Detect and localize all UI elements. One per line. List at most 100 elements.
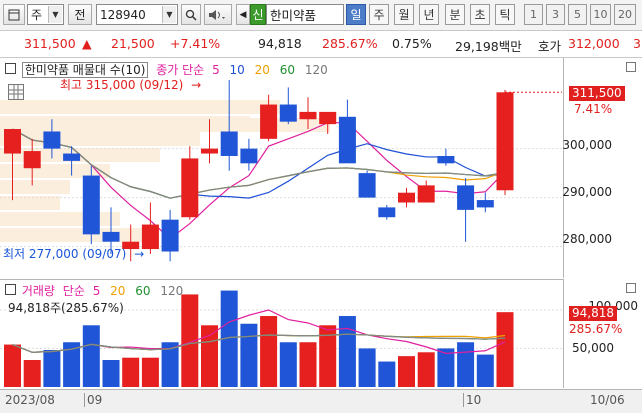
high-annotation: 최고 315,000 (09/12) → [60,76,201,93]
hoga-value: 312,000 [568,36,620,51]
ma-legend-label: 종가 단순 [156,63,205,77]
company-badge: 신 [250,4,266,25]
hoga-trailing: 3 [633,36,641,51]
company-name-field: 한미약품 [266,4,344,25]
candle-body [437,155,455,164]
tab-second[interactable]: 초 [470,4,490,25]
volume-bar [299,342,317,387]
volume-value: 94,818 [258,36,302,51]
tab-label: 틱 [499,8,511,22]
legend-box-icon [5,284,16,295]
ma-10: 10 [229,63,245,77]
volume-profile-bar [0,212,120,226]
grid-icon[interactable] [8,84,24,100]
volume-bar [201,325,218,387]
vol-ma-5: 5 [92,284,101,298]
arrow-right-icon: → [191,78,202,92]
tab-week[interactable]: 주 [369,4,389,25]
candle-body [457,185,475,210]
volume-legend-title: 거래량 [21,284,55,298]
candle-body [358,173,376,198]
tab-minute[interactable]: 분 [445,4,465,25]
turnover-rate: 0.75% [392,36,432,51]
ma-120: 120 [304,63,328,77]
interval-label: 3 [552,8,559,21]
candle-body [260,104,278,139]
high-annotation-text: 최고 315,000 (09/12) [60,78,184,92]
prev-stock-button[interactable]: ◀ [236,4,250,25]
candle-body [4,129,21,154]
tab-month[interactable]: 월 [394,4,414,25]
volume-bar [82,325,100,387]
interval-20[interactable]: 20 [614,4,636,25]
candle-body [496,92,514,191]
jeon-button[interactable]: 전 [68,4,92,25]
arrow-right-icon: → [134,247,145,261]
legend-box-icon [5,63,16,74]
change-percent: +7.41% [170,36,221,51]
date-axis: 2023/08 09 10 10/06 [0,389,642,413]
volume-profile-bar [0,180,70,194]
tab-day[interactable]: 일 [346,4,366,25]
chart-window-icon[interactable] [3,4,25,25]
interval-3[interactable]: 3 [546,4,565,25]
interval-1[interactable]: 1 [524,4,543,25]
change-pct-tag: 7.41% [574,102,613,116]
candle-body [378,207,396,218]
tab-label: 월 [398,8,410,22]
candle-body [220,131,238,156]
ma-60: 60 [279,63,296,77]
volume-bar [122,357,140,387]
volume-bar [240,323,258,387]
tab-label: 초 [474,8,486,22]
maximize-icon[interactable] [626,283,636,293]
date-label: 09 [84,393,102,407]
current-price-tag: 311,500 [569,86,625,101]
price-tick: 280,000 [562,232,612,246]
date-label: 10/06 [590,393,625,407]
up-arrow-icon: ▲ [82,36,92,51]
volume-bar [437,348,455,387]
market-select[interactable]: 주 ▼ [27,4,64,25]
candle-body [63,153,81,161]
volume-bar [279,342,297,387]
volume-bar [23,360,41,387]
volume-bar [496,312,514,387]
volume-bar [4,344,21,387]
market-value: 주 [31,8,43,22]
candle-body [82,175,100,235]
hoga-label: 호가 [538,39,562,54]
volume-pct-tag: 285.67% [569,322,623,336]
interval-label: 5 [574,8,581,21]
tab-year[interactable]: 년 [419,4,439,25]
ma-5: 5 [212,63,220,77]
search-button[interactable] [181,4,201,25]
candle-body [23,151,41,169]
volume-bar [260,316,278,387]
candle-body [201,148,218,154]
low-annotation-text: 최저 277,000 (09/07) [3,247,127,261]
maximize-icon[interactable] [626,62,636,72]
window-icon [8,9,20,20]
volume-tag: 94,818 [569,306,617,321]
volume-ma-label: 단순 [62,284,85,298]
speaker-icon [209,9,225,20]
volume-bar [378,361,396,387]
interval-label: 10 [593,8,608,21]
interval-5[interactable]: 5 [568,4,587,25]
volume-legend: 거래량 단순 5 20 60 120 [5,282,183,299]
date-label: 10 [463,393,481,407]
chevron-left-icon: ◀ [239,9,247,20]
volume-bar [338,316,356,387]
sound-button[interactable] [204,4,232,25]
candle-body [279,104,297,122]
stock-code-input[interactable]: 128940 ▼ [96,4,178,25]
candle-body [43,131,61,149]
candle-body [417,185,435,203]
low-annotation: 최저 277,000 (09/07) → [3,245,144,262]
tab-tick[interactable]: 틱 [495,4,515,25]
candle-body [240,148,258,164]
search-icon [185,9,197,21]
interval-10[interactable]: 10 [590,4,611,25]
volume-bar [417,352,435,387]
